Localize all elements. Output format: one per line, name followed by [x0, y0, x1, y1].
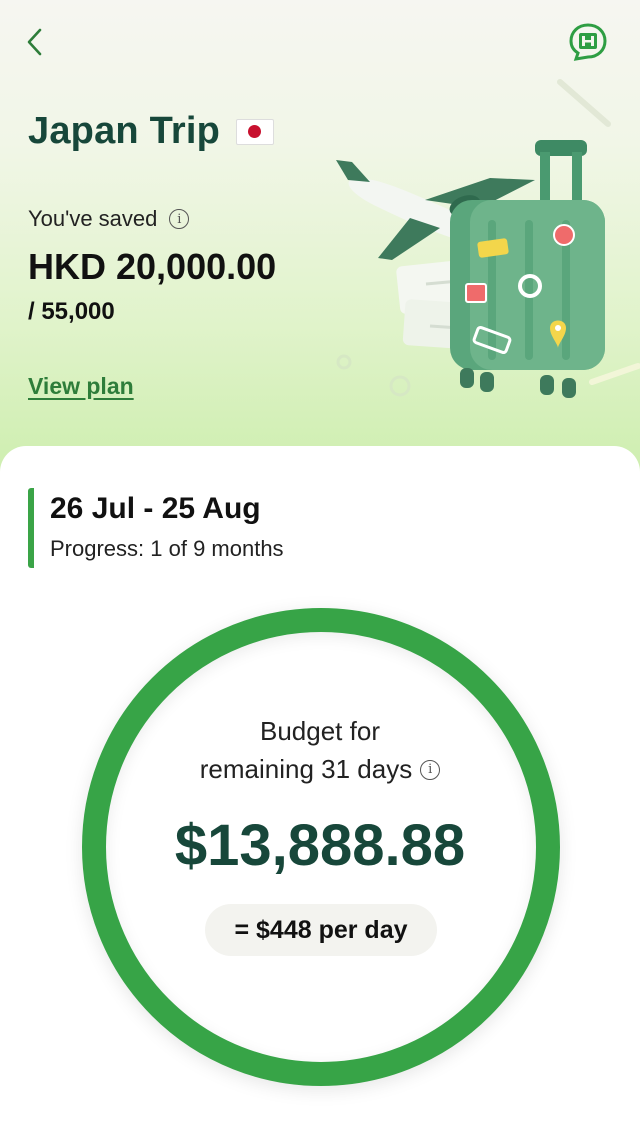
- saved-label: You've saved: [28, 206, 158, 231]
- budget-label-line2-row: remaining 31 days i: [120, 754, 520, 785]
- info-icon[interactable]: i: [169, 209, 190, 229]
- budget-amount: $13,888.88: [174, 813, 466, 878]
- chat-icon: [569, 23, 607, 61]
- hero-section: Japan Trip You've saved i HKD 20,000.00 …: [0, 0, 640, 480]
- travel-illustration: [336, 79, 640, 398]
- page-title: Japan Trip: [28, 110, 275, 153]
- period-dates: 26 Jul - 25 Aug: [50, 492, 261, 525]
- chevron-left-icon: [27, 28, 42, 56]
- japan-flag-icon: [236, 118, 275, 145]
- period-progress: Progress: 1 of 9 months: [50, 536, 284, 561]
- saved-label-row: You've saved i: [28, 206, 190, 232]
- view-plan-link[interactable]: View plan: [28, 373, 134, 400]
- per-day-badge: = $448 per day: [205, 904, 437, 956]
- budget-info-icon[interactable]: i: [420, 759, 441, 780]
- trip-name: Japan Trip: [28, 110, 221, 152]
- saved-target: / 55,000: [28, 298, 115, 325]
- saved-amount: HKD 20,000.00: [28, 246, 277, 287]
- budget-label-line1: Budget for: [260, 716, 380, 746]
- budget-label-line2: remaining 31 days: [199, 754, 413, 784]
- back-button[interactable]: [20, 22, 50, 62]
- chat-button[interactable]: [568, 22, 608, 62]
- per-day-text: = $448 per day: [234, 915, 408, 944]
- period-section: 26 Jul - 25 Aug Progress: 1 of 9 months: [28, 488, 284, 568]
